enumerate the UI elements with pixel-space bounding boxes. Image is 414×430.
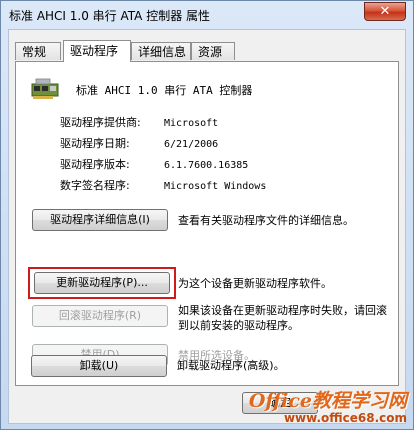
info-label: 驱动程序版本: xyxy=(60,158,130,171)
window-title: 标准 AHCI 1.0 串行 ATA 控制器 属性 xyxy=(9,9,211,23)
title-bar[interactable]: 标准 AHCI 1.0 串行 ATA 控制器 属性 ✕ xyxy=(1,1,413,29)
device-name: 标准 AHCI 1.0 串行 ATA 控制器 xyxy=(76,84,253,97)
tab-driver[interactable]: 驱动程序 xyxy=(63,40,131,62)
tab-resources[interactable]: 资源 xyxy=(191,42,235,60)
tab-general[interactable]: 常规 xyxy=(15,42,61,60)
update-driver-desc: 为这个设备更新驱动程序软件。 xyxy=(178,277,332,290)
driver-details-desc: 查看有关驱动程序文件的详细信息。 xyxy=(178,214,354,227)
info-date: 驱动程序日期: 6/21/2006 xyxy=(60,135,218,151)
info-value: Microsoft Windows xyxy=(164,181,267,192)
close-button[interactable]: ✕ xyxy=(364,2,406,21)
uninstall-button[interactable]: 卸载(U) xyxy=(31,355,167,377)
watermark-title: Office教程学习网 xyxy=(248,390,407,412)
info-label: 数字签名程序: xyxy=(60,179,130,192)
info-version: 驱动程序版本: 6.1.7600.16385 xyxy=(60,156,248,172)
dialog-body: 常规 驱动程序 详细信息 资源 标准 AHCI 1.0 串行 ATA 控制器 驱… xyxy=(8,29,406,424)
tab-details[interactable]: 详细信息 xyxy=(131,42,191,60)
info-label: 驱动程序日期: xyxy=(60,137,130,150)
driver-panel: 标准 AHCI 1.0 串行 ATA 控制器 驱动程序提供商: Microsoft… xyxy=(15,61,399,386)
info-value: Microsoft xyxy=(164,118,219,129)
info-label: 驱动程序提供商: xyxy=(60,116,141,129)
rollback-driver-desc: 如果该设备在更新驱动程序时失败，请回滚到以前安装的驱动程序。 xyxy=(178,304,387,332)
info-provider: 驱动程序提供商: Microsoft xyxy=(60,114,218,130)
update-driver-button[interactable]: 更新驱动程序(P)... xyxy=(34,272,170,294)
properties-window: 标准 AHCI 1.0 串行 ATA 控制器 属性 ✕ 常规 驱动程序 详细信息… xyxy=(0,0,414,430)
watermark-url: www.office68.com xyxy=(283,411,407,425)
rollback-driver-button[interactable]: 回滚驱动程序(R) xyxy=(32,305,168,327)
info-value: 6/21/2006 xyxy=(164,139,219,150)
driver-details-button[interactable]: 驱动程序详细信息(I) xyxy=(32,209,168,231)
watermark: Office教程学习网 www.office68.com xyxy=(249,386,407,425)
uninstall-desc: 卸载驱动程序(高级)。 xyxy=(177,359,285,372)
controller-card-icon xyxy=(31,78,59,99)
info-signer: 数字签名程序: Microsoft Windows xyxy=(60,177,266,193)
info-value: 6.1.7600.16385 xyxy=(164,160,249,171)
